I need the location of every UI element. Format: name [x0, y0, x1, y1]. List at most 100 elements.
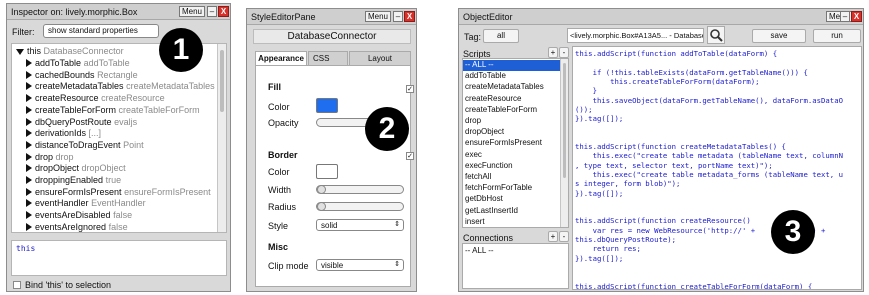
border-checkbox[interactable]: ✓: [406, 152, 414, 160]
close-button[interactable]: X: [851, 11, 862, 22]
bind-checkbox[interactable]: [13, 281, 21, 289]
expand-right-icon[interactable]: [26, 211, 32, 220]
tree-scroll-thumb[interactable]: [220, 50, 224, 112]
tree-row[interactable]: eventsAreIgnored false: [26, 222, 128, 232]
width-slider[interactable]: [316, 185, 404, 194]
close-button[interactable]: X: [218, 6, 229, 17]
connection-item[interactable]: -- ALL --: [463, 246, 568, 257]
code-line: this.exec("create table metadata_forms (…: [575, 169, 843, 179]
style-editor-titlebar[interactable]: StyleEditorPane Menu – X: [247, 9, 416, 25]
script-item[interactable]: addToTable: [463, 71, 560, 82]
tree-row[interactable]: createMetadataTables createMetadataTable…: [26, 81, 215, 93]
tag-all-button[interactable]: all: [483, 29, 519, 43]
script-item[interactable]: dropObject: [463, 127, 560, 138]
run-button[interactable]: run: [813, 29, 861, 43]
search-button[interactable]: [707, 26, 725, 44]
script-item[interactable]: exec: [463, 150, 560, 161]
property-value: createResource: [101, 93, 165, 104]
eval-area[interactable]: this: [11, 240, 227, 276]
tree-row[interactable]: derivationIds [...]: [26, 128, 101, 140]
tree-row[interactable]: distanceToDragEvent Point: [26, 140, 144, 152]
code-line: s integer, form blob)");: [575, 179, 681, 189]
tree-row[interactable]: dropObject dropObject: [26, 163, 126, 175]
width-slider-knob[interactable]: [317, 185, 326, 194]
add-connection-button[interactable]: +: [548, 231, 558, 242]
clip-mode-dropdown[interactable]: visible ⇕: [316, 259, 404, 271]
target-object-field[interactable]: <lively.morphic.Box#A13A5... - DatabaseC…: [567, 28, 704, 43]
script-item[interactable]: ensureFormIsPresent: [463, 138, 560, 149]
style-value: solid: [321, 221, 338, 230]
remove-connection-button[interactable]: -: [559, 231, 569, 242]
expand-right-icon[interactable]: [26, 94, 32, 103]
expand-right-icon[interactable]: [26, 82, 32, 91]
script-item[interactable]: getDbHost: [463, 194, 560, 205]
inspector-titlebar[interactable]: Inspector on: lively.morphic.Box Menu – …: [7, 4, 230, 20]
expand-right-icon[interactable]: [26, 164, 32, 173]
radius-slider-knob[interactable]: [317, 202, 326, 211]
expand-right-icon[interactable]: [26, 70, 32, 79]
scripts-list: -- ALL -- addToTable createMetadataTables c…: [462, 58, 569, 228]
minimize-button[interactable]: –: [393, 11, 403, 22]
expand-right-icon[interactable]: [26, 199, 32, 208]
expand-right-icon[interactable]: [26, 140, 32, 149]
property-name: eventsAreDisabled: [35, 210, 111, 221]
expand-right-icon[interactable]: [26, 222, 32, 231]
tree-row[interactable]: droppingEnabled true: [26, 175, 121, 187]
tree-scrollbar[interactable]: [217, 44, 226, 232]
style-dropdown[interactable]: solid ⇕: [316, 219, 404, 231]
expand-right-icon[interactable]: [26, 59, 32, 67]
scripts-scrollbar[interactable]: [560, 59, 568, 227]
dropdown-arrow-icon: ⇕: [394, 261, 400, 268]
tab-appearance[interactable]: Appearance: [255, 51, 307, 66]
script-item-all[interactable]: -- ALL --: [463, 60, 560, 71]
tree-row[interactable]: cachedBounds Rectangle: [26, 70, 138, 82]
tree-row[interactable]: addToTable addToTable: [26, 58, 130, 70]
tree-root-row[interactable]: this DatabaseConnector: [16, 46, 124, 58]
script-item[interactable]: createResource: [463, 94, 560, 105]
remove-script-button[interactable]: -: [559, 47, 569, 58]
border-color-swatch[interactable]: [316, 164, 338, 179]
tab-appearance-label: Appearance: [258, 54, 304, 63]
expand-right-icon[interactable]: [26, 129, 32, 138]
script-item[interactable]: fetchAll: [463, 172, 560, 183]
tree-row[interactable]: eventsAreDisabled false: [26, 210, 132, 222]
tab-css[interactable]: CSS: [308, 51, 348, 66]
script-item[interactable]: fetchFormForTable: [463, 183, 560, 194]
script-item[interactable]: createMetadataTables: [463, 82, 560, 93]
code-editor[interactable]: this.addScript(function addToTable(dataF…: [572, 46, 862, 290]
menu-button[interactable]: Menu: [365, 11, 391, 22]
tree-row[interactable]: createResource createResource: [26, 93, 165, 105]
expand-right-icon[interactable]: [26, 117, 32, 126]
tree-row[interactable]: ensureFormIsPresent ensureFormIsPresent: [26, 187, 211, 199]
appearance-panel: Fill ✓ Color Opacity Border ✓ Color Widt…: [255, 65, 414, 287]
scripts-scroll-thumb[interactable]: [563, 63, 566, 178]
filter-dropdown[interactable]: show standard properties: [43, 24, 159, 38]
script-item[interactable]: execFunction: [463, 161, 560, 172]
code-line: , type text, selector text, portName tex…: [575, 160, 773, 170]
script-item[interactable]: insert: [463, 217, 560, 227]
expand-right-icon[interactable]: [26, 105, 32, 114]
script-item[interactable]: getLastInsertId: [463, 206, 560, 217]
expand-right-icon[interactable]: [26, 187, 32, 196]
tab-layout[interactable]: Layout: [349, 51, 411, 66]
tree-row[interactable]: createTableForForm createTableForForm: [26, 105, 200, 117]
property-value: addToTable: [83, 58, 130, 68]
object-editor-titlebar[interactable]: ObjectEditor Menu – X: [459, 9, 863, 25]
save-button[interactable]: save: [752, 29, 806, 43]
tree-row[interactable]: eventHandler EventHandler: [26, 198, 146, 210]
expand-right-icon[interactable]: [26, 152, 32, 161]
fill-color-swatch[interactable]: [316, 98, 338, 113]
radius-slider[interactable]: [316, 202, 404, 211]
script-item[interactable]: createTableForForm: [463, 105, 560, 116]
expand-down-icon[interactable]: [16, 49, 24, 55]
minimize-button[interactable]: –: [207, 6, 217, 17]
fill-checkbox[interactable]: ✓: [406, 85, 414, 93]
tree-row[interactable]: dbQueryPostRoute evaljs: [26, 117, 137, 129]
add-script-button[interactable]: +: [548, 47, 558, 58]
menu-button[interactable]: Menu: [179, 6, 205, 17]
minimize-button[interactable]: –: [840, 11, 850, 22]
script-item[interactable]: drop: [463, 116, 560, 127]
close-button[interactable]: X: [404, 11, 415, 22]
tree-row[interactable]: drop drop: [26, 152, 74, 164]
expand-right-icon[interactable]: [26, 176, 32, 184]
